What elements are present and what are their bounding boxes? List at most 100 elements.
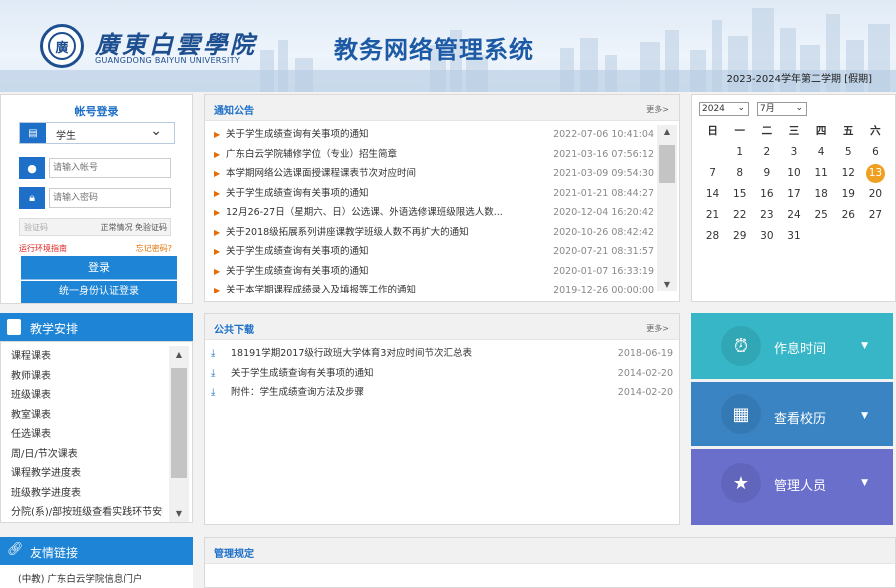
notice-item[interactable]: ▶ 广东白云学院辅修学位（专业）招生简章 2021-03-16 07:56:12 <box>211 145 656 165</box>
scroll-up-icon[interactable]: ▲ <box>169 350 189 359</box>
calendar-day[interactable]: 20 <box>862 184 889 205</box>
teaching-item[interactable]: 周/日/节次课表 <box>11 445 163 465</box>
calendar-day[interactable]: 24 <box>780 205 807 226</box>
login-button[interactable]: 登录 <box>21 256 177 280</box>
notice-item-title[interactable]: 关于学生成绩查询有关事项的通知 <box>226 125 526 144</box>
calendar-day[interactable]: 15 <box>726 184 753 205</box>
teaching-item[interactable]: 教室课表 <box>11 406 163 426</box>
calendar-day[interactable]: 1 <box>726 142 753 163</box>
teaching-item[interactable]: 分院(系)/部按班级查看实践环节安排 <box>11 503 163 523</box>
calendar-day[interactable]: 22 <box>726 205 753 226</box>
calendar-day-today[interactable]: 13 <box>862 163 889 184</box>
notice-item[interactable]: ▶ 本学期网络公选课面授课程课表节次对应时间 2021-03-09 09:54:30 <box>211 164 656 184</box>
management-title: 管理规定 <box>214 549 254 560</box>
calendar-day[interactable]: 16 <box>753 184 780 205</box>
calendar-day[interactable]: 23 <box>753 205 780 226</box>
calendar-day[interactable]: 14 <box>699 184 726 205</box>
calendar-day[interactable]: 17 <box>780 184 807 205</box>
calendar-day[interactable]: 29 <box>726 226 753 247</box>
calendar-day[interactable] <box>699 142 726 163</box>
notice-item[interactable]: ▶ 关于学生成绩查询有关事项的通知 2020-01-07 16:33:19 <box>211 262 656 282</box>
calendar-day[interactable]: 31 <box>780 226 807 247</box>
calendar-day[interactable]: 25 <box>808 205 835 226</box>
env-guide-link[interactable]: 运行环境指南 <box>19 243 67 254</box>
calendar-day[interactable]: 21 <box>699 205 726 226</box>
scroll-down-icon[interactable]: ▼ <box>657 280 677 289</box>
scroll-up-icon[interactable]: ▲ <box>657 127 677 136</box>
calendar-day[interactable]: 9 <box>753 163 780 184</box>
notice-item[interactable]: ▶ 关于学生成绩查询有关事项的通知 2020-07-21 08:31:57 <box>211 242 656 262</box>
calendar-day[interactable]: 27 <box>862 205 889 226</box>
password-input[interactable] <box>49 188 171 208</box>
captcha-input[interactable]: 验证码 正常情况 免验证码 <box>19 218 171 236</box>
download-item-title[interactable]: 附件：学生成绩查询方法及步骤 <box>231 383 364 403</box>
calendar-day[interactable]: 30 <box>753 226 780 247</box>
download-item-title[interactable]: 关于学生成绩查询有关事项的通知 <box>231 364 374 384</box>
calendar-day[interactable]: 11 <box>808 163 835 184</box>
tile-school-calendar[interactable]: ▦ 查看校历 ▼ <box>691 382 893 446</box>
month-select[interactable]: 7月 ⌄ <box>757 102 807 116</box>
scroll-down-icon[interactable]: ▼ <box>169 509 189 518</box>
calendar-day[interactable] <box>835 226 862 247</box>
management-panel: 管理规定 <box>204 537 896 588</box>
notice-more-link[interactable]: 更多> <box>646 104 669 115</box>
calendar-day[interactable]: 7 <box>699 163 726 184</box>
calendar-day[interactable]: 12 <box>835 163 862 184</box>
calendar-day[interactable]: 2 <box>753 142 780 163</box>
calendar-day[interactable]: 6 <box>862 142 889 163</box>
term-label: 2023-2024学年第二学期 [假期] <box>726 74 873 85</box>
notice-item-title[interactable]: 关于2018级拓展系列讲座课教学班级人数不再扩大的通知 <box>226 223 526 242</box>
notice-item-title[interactable]: 关于学生成绩查询有关事项的通知 <box>226 242 526 261</box>
calendar-day[interactable]: 19 <box>835 184 862 205</box>
notice-item-title[interactable]: 12月26-27日（星期六、日）公选课、外语选修课班级限选人数... <box>226 203 526 222</box>
calendar-day[interactable]: 28 <box>699 226 726 247</box>
role-selected: 学生 <box>56 131 76 142</box>
teaching-item[interactable]: 课程教学进度表 <box>11 464 163 484</box>
role-select[interactable]: ▤ 学生 ⌄ <box>19 122 175 144</box>
year-select[interactable]: 2024 ⌄ <box>699 102 749 116</box>
week-row: 1 2 3 4 5 6 <box>699 142 889 163</box>
download-item[interactable]: ⤓ 18191学期2017级行政班大学体育3对应时间节次汇总表 2018-06-19 <box>211 344 673 364</box>
notice-item[interactable]: ▶ 12月26-27日（星期六、日）公选课、外语选修课班级限选人数... 2020-… <box>211 203 656 223</box>
calendar-day[interactable]: 8 <box>726 163 753 184</box>
calendar-day[interactable]: 18 <box>808 184 835 205</box>
calendar-day[interactable]: 10 <box>780 163 807 184</box>
teaching-item[interactable]: 任选课表 <box>11 425 163 445</box>
link-item[interactable]: (中教) 广东白云学院信息门户 <box>18 571 142 585</box>
scrollbar-thumb[interactable] <box>659 145 675 183</box>
teaching-item[interactable]: 教师课表 <box>11 367 163 387</box>
calendar-day[interactable] <box>808 226 835 247</box>
calendar-day[interactable] <box>862 226 889 247</box>
notice-item-title[interactable]: 广东白云学院辅修学位（专业）招生简章 <box>226 145 526 164</box>
account-input[interactable] <box>49 158 171 178</box>
tile-schedule-time[interactable]: ⏰︎ 作息时间 ▼ <box>691 313 893 379</box>
notice-item-title[interactable]: 关于学生成绩查询有关事项的通知 <box>226 262 526 281</box>
download-item[interactable]: ⤓ 附件：学生成绩查询方法及步骤 2014-02-20 <box>211 383 673 403</box>
download-item-date: 2014-02-20 <box>617 367 673 379</box>
calendar-day[interactable]: 5 <box>835 142 862 163</box>
notice-item-title[interactable]: 关于本学期课程成绩录入及填报等工作的通知 <box>226 281 526 293</box>
teaching-item[interactable]: 课程课表 <box>11 347 163 367</box>
notice-item[interactable]: ▶ 关于学生成绩查询有关事项的通知 2021-01-21 08:44:27 <box>211 184 656 204</box>
download-item-title[interactable]: 18191学期2017级行政班大学体育3对应时间节次汇总表 <box>231 344 472 364</box>
calendar-day[interactable]: 4 <box>808 142 835 163</box>
teaching-item[interactable]: 班级教学进度表 <box>11 484 163 504</box>
notice-item[interactable]: ▶ 关于学生成绩查询有关事项的通知 2022-07-06 10:41:04 <box>211 125 656 145</box>
scrollbar-thumb[interactable] <box>171 368 187 478</box>
notice-item-title[interactable]: 本学期网络公选课面授课程课表节次对应时间 <box>226 164 526 183</box>
bullet-icon: ▶ <box>214 130 221 139</box>
forgot-password-link[interactable]: 忘记密码? <box>136 243 172 254</box>
downloads-more-link[interactable]: 更多> <box>646 323 669 334</box>
calendar-day[interactable]: 26 <box>835 205 862 226</box>
download-icon: ⤓ <box>211 387 216 398</box>
download-item[interactable]: ⤓ 关于学生成绩查询有关事项的通知 2014-02-20 <box>211 364 673 384</box>
unified-auth-button[interactable]: 统一身份认证登录 <box>21 281 177 303</box>
notice-item[interactable]: ▶ 关于本学期课程成绩录入及填报等工作的通知 2019-12-26 00:00:00 <box>211 281 656 293</box>
teaching-scrollbar[interactable]: ▲ ▼ <box>169 346 189 522</box>
teaching-item[interactable]: 班级课表 <box>11 386 163 406</box>
tile-management-staff[interactable]: ★ 管理人员 ▼ <box>691 449 893 525</box>
notice-item-title[interactable]: 关于学生成绩查询有关事项的通知 <box>226 184 526 203</box>
notice-scrollbar[interactable]: ▲ ▼ <box>657 125 677 291</box>
calendar-day[interactable]: 3 <box>780 142 807 163</box>
notice-item[interactable]: ▶ 关于2018级拓展系列讲座课教学班级人数不再扩大的通知 2020-10-26 0… <box>211 223 656 243</box>
